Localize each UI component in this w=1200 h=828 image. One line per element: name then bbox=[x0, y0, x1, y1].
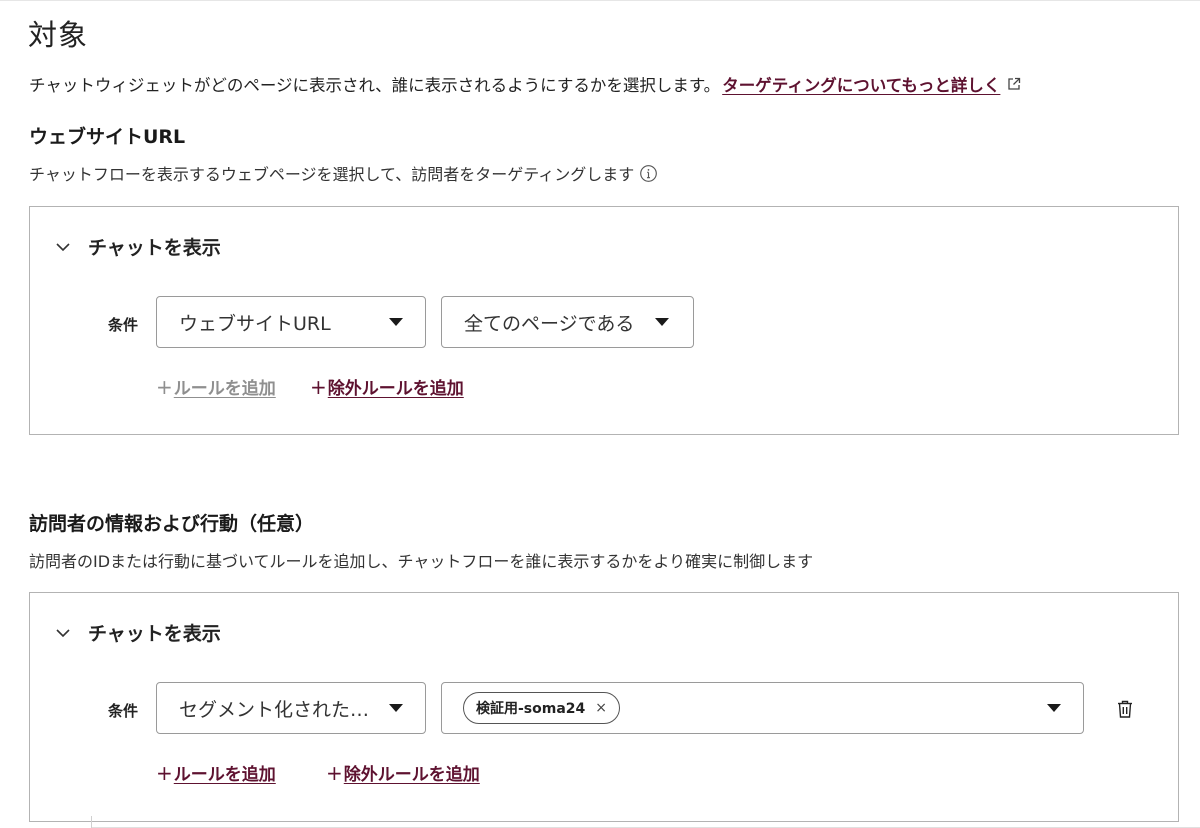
website-url-description-text: チャットフローを表示するウェブページを選択して、訪問者をターゲティングします bbox=[29, 165, 635, 184]
caret-down-icon bbox=[1047, 704, 1061, 712]
show-chat-heading: チャットを表示 bbox=[88, 237, 221, 259]
add-exclude-rule-button[interactable]: + 除外ルールを追加 bbox=[310, 374, 464, 400]
visitor-info-section-description: 訪問者のIDまたは行動に基づいてルールを追加し、チャットフローを誰に表示するかを… bbox=[29, 548, 813, 572]
close-icon[interactable]: × bbox=[595, 700, 607, 716]
visitor-info-section-title: 訪問者の情報および行動（任意） bbox=[29, 513, 315, 535]
show-chat-heading: チャットを表示 bbox=[88, 623, 221, 645]
caret-down-icon bbox=[389, 704, 403, 712]
plus-icon: + bbox=[156, 374, 173, 399]
rule-type-dropdown[interactable]: セグメント化された… bbox=[156, 682, 426, 734]
add-exclude-rule-label: 除外ルールを追加 bbox=[343, 765, 480, 785]
condition-label: 条件 bbox=[108, 702, 139, 720]
add-rule-label: ルールを追加 bbox=[173, 765, 276, 785]
rule-type-value: セグメント化された… bbox=[179, 698, 370, 721]
panel-header[interactable]: チャットを表示 bbox=[54, 233, 221, 260]
add-rule-button[interactable]: + ルールを追加 bbox=[156, 374, 276, 400]
visitor-info-description-text: 訪問者のIDまたは行動に基づいてルールを追加し、チャットフローを誰に表示するかを… bbox=[29, 552, 814, 571]
plus-icon: + bbox=[326, 760, 343, 785]
website-url-rules-panel: チャットを表示 条件 ウェブサイトURL 全てのページである + ルールを追加 … bbox=[29, 206, 1179, 435]
intro-description: チャットウィジェットがどのページに表示され、誰に表示されるようにするかを選択しま… bbox=[29, 76, 721, 95]
rule-operator-value: 全てのページである bbox=[464, 312, 635, 335]
chevron-down-icon[interactable] bbox=[54, 624, 72, 642]
rule-type-dropdown[interactable]: ウェブサイトURL bbox=[156, 296, 426, 348]
add-rule-button[interactable]: + ルールを追加 bbox=[156, 760, 276, 786]
add-exclude-rule-label: 除外ルールを追加 bbox=[327, 379, 464, 399]
caret-down-icon bbox=[655, 318, 669, 326]
intro-text: チャットウィジェットがどのページに表示され、誰に表示されるようにするかを選択しま… bbox=[29, 72, 1022, 96]
rule-operator-dropdown[interactable]: 全てのページである bbox=[441, 296, 694, 348]
page-title: 対象 bbox=[28, 18, 89, 52]
website-url-section-title: ウェブサイトURL bbox=[29, 126, 186, 148]
panel-header[interactable]: チャットを表示 bbox=[54, 619, 221, 646]
targeting-learn-more-link[interactable]: ターゲティングについてもっと詳しく bbox=[722, 72, 1000, 96]
plus-icon: + bbox=[156, 760, 173, 785]
trash-icon[interactable] bbox=[1116, 699, 1134, 719]
visitor-rules-panel: チャットを表示 条件 セグメント化された… 検証用-soma24 × + ルール… bbox=[29, 592, 1179, 822]
add-exclude-rule-button[interactable]: + 除外ルールを追加 bbox=[326, 760, 480, 786]
info-icon[interactable] bbox=[639, 164, 658, 183]
top-divider bbox=[0, 0, 1200, 1]
website-url-section-description: チャットフローを表示するウェブページを選択して、訪問者をターゲティングします bbox=[29, 161, 658, 185]
segment-chip-label: 検証用-soma24 bbox=[476, 701, 586, 717]
external-link-icon[interactable] bbox=[1006, 76, 1022, 92]
segment-multiselect[interactable]: 検証用-soma24 × bbox=[441, 682, 1084, 734]
rule-type-value: ウェブサイトURL bbox=[179, 312, 331, 335]
segment-chip: 検証用-soma24 × bbox=[463, 692, 621, 724]
chevron-down-icon[interactable] bbox=[54, 238, 72, 256]
add-rule-label: ルールを追加 bbox=[173, 379, 276, 399]
condition-label: 条件 bbox=[108, 316, 139, 334]
caret-down-icon bbox=[389, 318, 403, 326]
plus-icon: + bbox=[310, 374, 327, 399]
targeting-page: 対象 チャットウィジェットがどのページに表示され、誰に表示されるようにするかを選… bbox=[0, 0, 1200, 828]
